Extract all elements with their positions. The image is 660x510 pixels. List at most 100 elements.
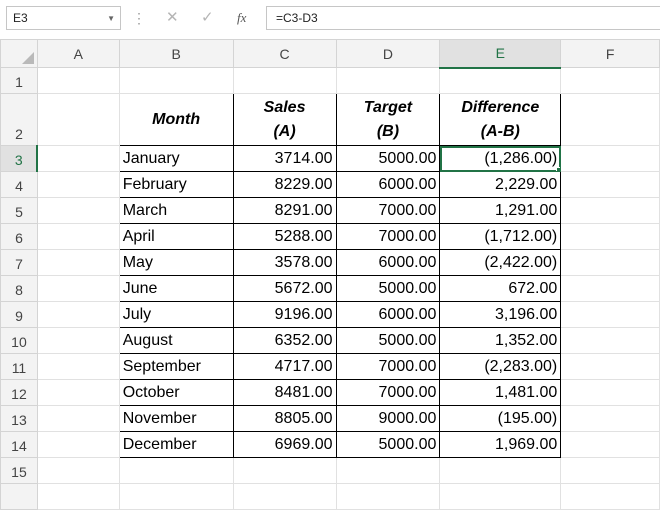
difference-cell[interactable]: 1,969.00	[439, 431, 562, 458]
cell[interactable]	[36, 223, 120, 250]
row-header-14[interactable]: 14	[0, 431, 38, 458]
month-cell[interactable]: June	[118, 275, 234, 302]
cell[interactable]	[560, 353, 660, 380]
active-cell[interactable]: (1,286.00)	[439, 145, 562, 172]
target-cell[interactable]: 6000.00	[335, 249, 441, 276]
cell[interactable]	[560, 483, 660, 510]
name-box-value[interactable]: E3	[13, 11, 28, 25]
cell[interactable]	[36, 327, 120, 354]
month-cell[interactable]: February	[118, 171, 234, 198]
cell[interactable]	[36, 171, 120, 198]
month-cell[interactable]: November	[118, 405, 234, 432]
sales-cell[interactable]: 3714.00	[232, 145, 337, 172]
cell[interactable]	[560, 327, 660, 354]
target-cell[interactable]: 9000.00	[335, 405, 441, 432]
column-header-a[interactable]: A	[36, 39, 120, 68]
sales-cell[interactable]: 8291.00	[232, 197, 337, 224]
month-cell[interactable]: January	[118, 145, 234, 172]
cell[interactable]	[36, 483, 120, 510]
row-header-3[interactable]: 3	[0, 145, 39, 172]
formula-input[interactable]: =C3-D3	[266, 6, 660, 30]
difference-cell[interactable]: 1,481.00	[439, 379, 562, 406]
cell[interactable]	[560, 67, 660, 94]
header-month-cell[interactable]: Month	[118, 93, 234, 146]
cell[interactable]	[560, 93, 660, 146]
cell[interactable]	[118, 483, 234, 510]
target-cell[interactable]: 5000.00	[335, 145, 441, 172]
cell[interactable]	[560, 301, 660, 328]
formula-text[interactable]: =C3-D3	[276, 11, 318, 25]
cell[interactable]	[36, 275, 120, 302]
sales-cell[interactable]: 6352.00	[232, 327, 337, 354]
cell[interactable]	[335, 483, 441, 510]
cell[interactable]	[36, 353, 120, 380]
cell[interactable]	[36, 301, 120, 328]
row-header-8[interactable]: 8	[0, 275, 38, 302]
row-header-7[interactable]: 7	[0, 249, 38, 276]
header-target-cell[interactable]: Target (B)	[335, 93, 441, 146]
cell[interactable]	[36, 379, 120, 406]
chevron-down-icon[interactable]: ▼	[107, 14, 115, 23]
cell[interactable]	[439, 67, 562, 94]
cell[interactable]	[560, 145, 660, 172]
difference-cell[interactable]: 2,229.00	[439, 171, 562, 198]
target-cell[interactable]: 7000.00	[335, 223, 441, 250]
cell[interactable]	[560, 223, 660, 250]
sales-cell[interactable]: 6969.00	[232, 431, 337, 458]
name-box[interactable]: E3 ▼	[6, 6, 121, 30]
cell[interactable]	[36, 67, 120, 94]
cell[interactable]	[560, 431, 660, 458]
cell[interactable]	[232, 67, 337, 94]
row-header-4[interactable]: 4	[0, 171, 38, 198]
month-cell[interactable]: October	[118, 379, 234, 406]
sales-cell[interactable]: 5672.00	[232, 275, 337, 302]
target-cell[interactable]: 5000.00	[335, 327, 441, 354]
cell[interactable]	[36, 93, 120, 146]
row-header-2[interactable]: 2	[0, 93, 38, 146]
row-header-9[interactable]: 9	[0, 301, 38, 328]
target-cell[interactable]: 6000.00	[335, 301, 441, 328]
cell[interactable]	[36, 405, 120, 432]
sales-cell[interactable]: 5288.00	[232, 223, 337, 250]
target-cell[interactable]: 5000.00	[335, 431, 441, 458]
month-cell[interactable]: April	[118, 223, 234, 250]
target-cell[interactable]: 6000.00	[335, 171, 441, 198]
target-cell[interactable]: 5000.00	[335, 275, 441, 302]
column-header-b[interactable]: B	[118, 39, 234, 68]
header-sales-cell[interactable]: Sales (A)	[232, 93, 337, 146]
row-header-5[interactable]: 5	[0, 197, 38, 224]
sales-cell[interactable]: 8805.00	[232, 405, 337, 432]
cell[interactable]	[335, 67, 441, 94]
cancel-icon[interactable]: ✕	[166, 8, 179, 26]
month-cell[interactable]: July	[118, 301, 234, 328]
cell[interactable]	[439, 457, 562, 484]
check-icon[interactable]: ✓	[201, 8, 214, 26]
cell[interactable]	[560, 275, 660, 302]
sales-cell[interactable]: 4717.00	[232, 353, 337, 380]
cell[interactable]	[36, 431, 120, 458]
column-header-c[interactable]: C	[232, 39, 337, 68]
row-header-11[interactable]: 11	[0, 353, 38, 380]
target-cell[interactable]: 7000.00	[335, 197, 441, 224]
column-header-f[interactable]: F	[560, 39, 660, 68]
difference-cell[interactable]: (2,283.00)	[439, 353, 562, 380]
row-header-12[interactable]: 12	[0, 379, 38, 406]
column-header-e[interactable]: E	[439, 39, 562, 69]
cell[interactable]	[560, 249, 660, 276]
sales-cell[interactable]: 9196.00	[232, 301, 337, 328]
header-difference-cell[interactable]: Difference (A-B)	[439, 93, 562, 146]
cell[interactable]	[560, 457, 660, 484]
cell[interactable]	[335, 457, 441, 484]
sales-cell[interactable]: 3578.00	[232, 249, 337, 276]
month-cell[interactable]: March	[118, 197, 234, 224]
month-cell[interactable]: May	[118, 249, 234, 276]
difference-cell[interactable]: (2,422.00)	[439, 249, 562, 276]
row-header-15[interactable]: 15	[0, 457, 38, 484]
cell[interactable]	[36, 249, 120, 276]
row-header-10[interactable]: 10	[0, 327, 38, 354]
difference-cell[interactable]: 1,291.00	[439, 197, 562, 224]
difference-cell[interactable]: 672.00	[439, 275, 562, 302]
sales-cell[interactable]: 8229.00	[232, 171, 337, 198]
fill-handle[interactable]	[556, 167, 560, 171]
month-cell[interactable]: September	[118, 353, 234, 380]
